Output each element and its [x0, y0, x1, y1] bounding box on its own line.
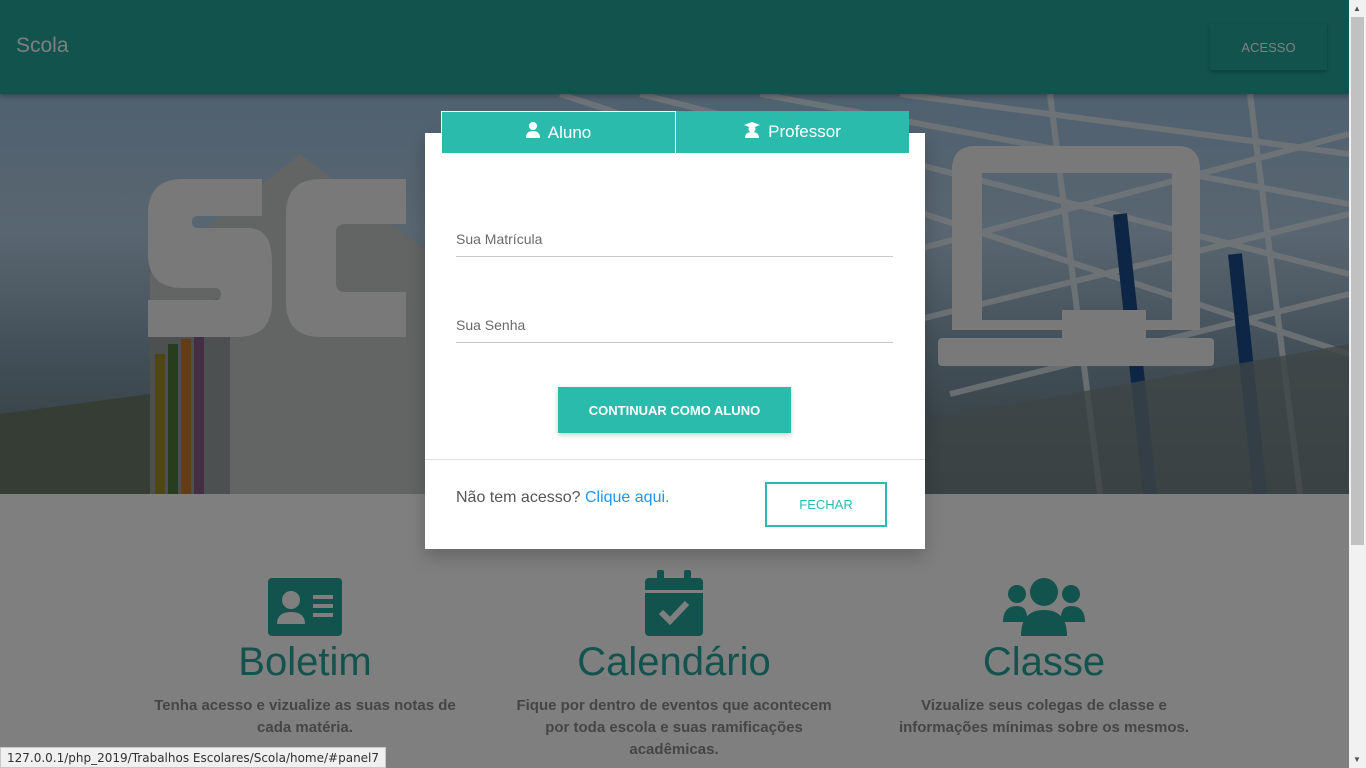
- no-access-text: Não tem acesso? Clique aqui.: [456, 489, 669, 507]
- matricula-input[interactable]: [456, 217, 893, 256]
- tab-aluno[interactable]: Aluno: [441, 111, 676, 153]
- tab-label: Aluno: [547, 122, 592, 142]
- senha-input[interactable]: [456, 303, 893, 342]
- continue-button[interactable]: CONTINUAR COMO ALUNO: [558, 387, 791, 433]
- user-icon: [525, 122, 540, 143]
- senha-field[interactable]: Sua Senha: [456, 303, 893, 343]
- tab-professor[interactable]: Professor: [676, 111, 909, 153]
- modal-divider: [425, 459, 925, 460]
- matricula-field[interactable]: Sua Matrícula: [456, 217, 893, 257]
- graduation-user-icon: [744, 121, 761, 143]
- scroll-thumb[interactable]: [1351, 17, 1364, 545]
- scrollbar[interactable]: ▲ ▼: [1349, 0, 1366, 768]
- login-modal: Sua Matrícula Sua Senha CONTINUAR COMO A…: [425, 133, 925, 549]
- no-access-label: Não tem acesso?: [456, 489, 581, 506]
- status-bar-url: 127.0.0.1/php_2019/Trabalhos Escolares/S…: [0, 747, 387, 768]
- tab-label: Professor: [768, 122, 841, 141]
- close-button[interactable]: FECHAR: [765, 482, 887, 527]
- scroll-down-arrow-icon[interactable]: ▼: [1353, 755, 1361, 764]
- scroll-up-arrow-icon[interactable]: ▲: [1353, 4, 1361, 13]
- login-tabs: Aluno Professor: [441, 111, 909, 153]
- no-access-link[interactable]: Clique aqui.: [585, 489, 670, 506]
